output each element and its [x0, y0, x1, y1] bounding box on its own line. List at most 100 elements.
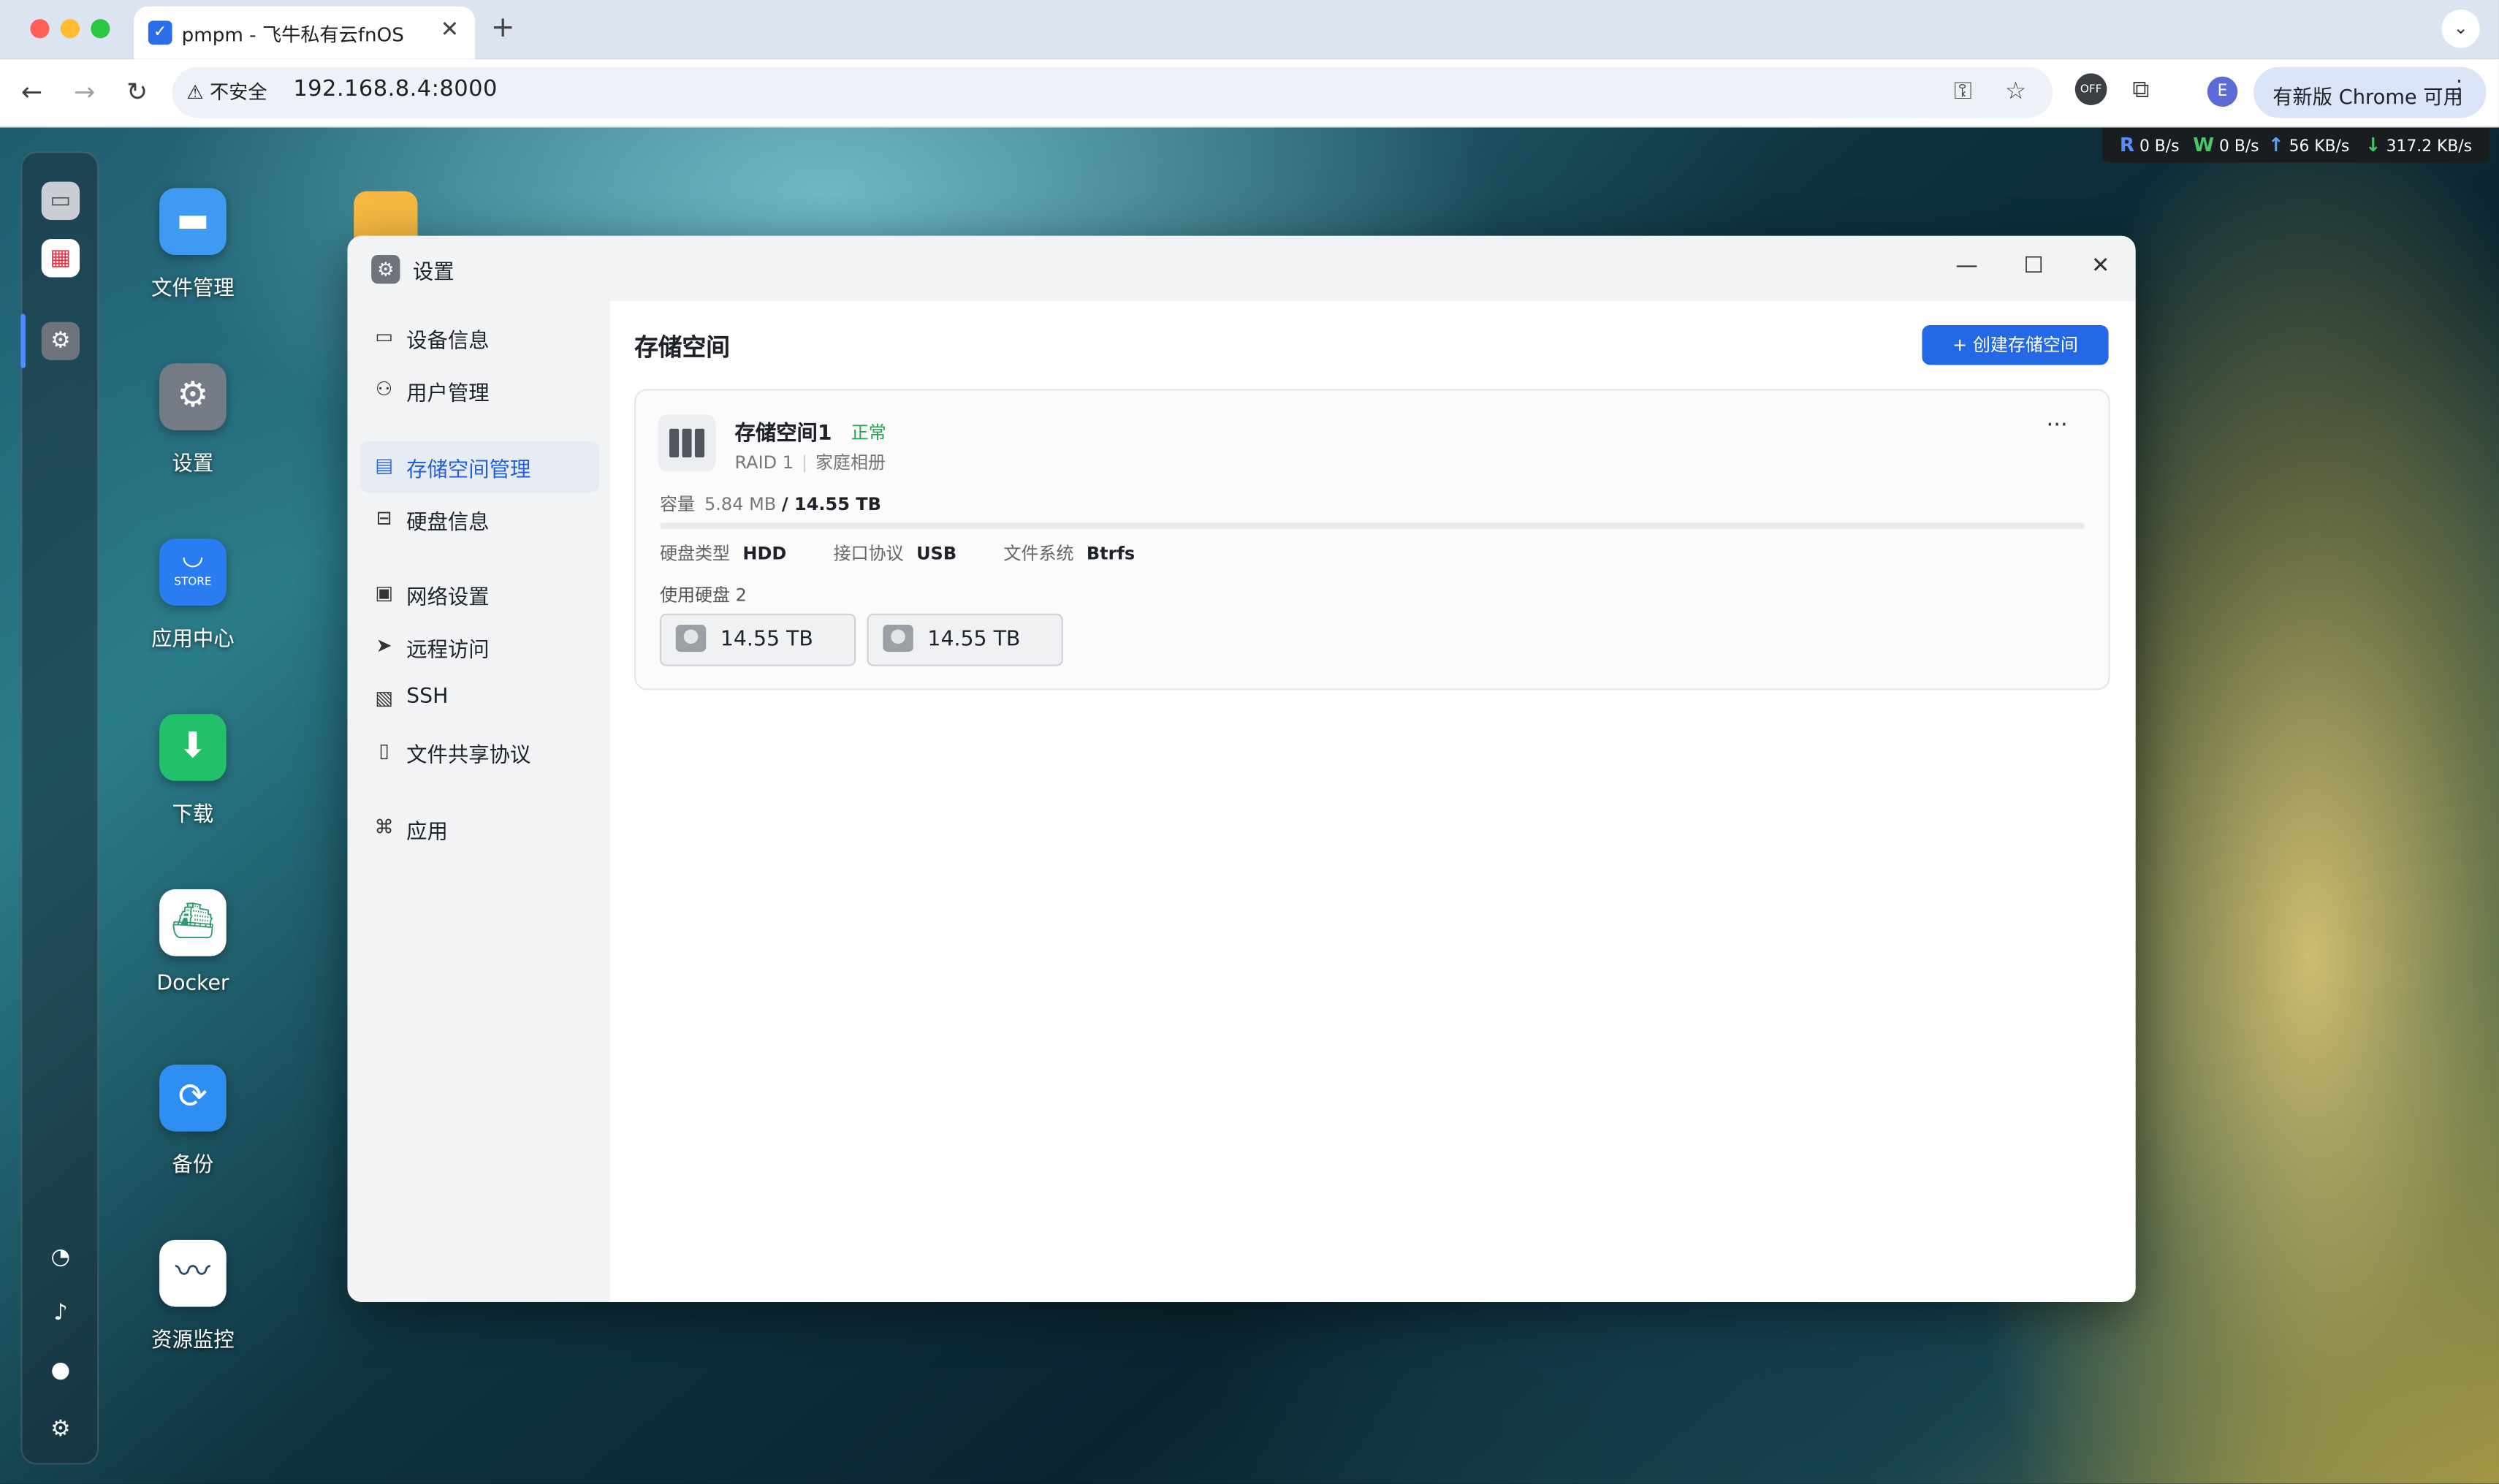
bell-icon[interactable]: ♪	[42, 1294, 80, 1332]
url-text[interactable]: 192.168.8.4:8000	[293, 77, 498, 102]
folder-icon: ▬	[159, 188, 227, 255]
disk-icon: ⊟	[376, 506, 392, 530]
hard-disk-icon	[675, 624, 707, 652]
disk-size: 14.55 TB	[927, 628, 1021, 652]
tab-close-icon[interactable]: ✕	[441, 18, 460, 43]
sidebar-item-label: 网络设置	[406, 586, 490, 611]
notes-app-icon[interactable]	[354, 191, 418, 240]
capacity-progress	[659, 522, 2085, 530]
zoom-window-dot[interactable]	[91, 19, 110, 39]
minimize-button[interactable]: —	[1952, 254, 1981, 279]
apps-icon: ⌘	[374, 815, 394, 839]
active-indicator	[20, 313, 26, 368]
monitor-icon: 〰	[159, 1239, 227, 1307]
download-icon: ⬇	[159, 714, 227, 781]
more-options-icon[interactable]: ···	[2047, 413, 2068, 438]
page-title: 存储空间	[634, 332, 730, 362]
close-window-dot[interactable]	[30, 19, 50, 39]
window-title: 设置	[412, 261, 454, 286]
sidebar-item-remote-access[interactable]: ➤ 远程访问	[360, 622, 599, 673]
reload-icon[interactable]: ↻	[121, 77, 153, 109]
puzzle-icon[interactable]: ⧉	[2132, 75, 2149, 104]
desktop-icon[interactable]: ▭	[41, 181, 80, 220]
sidebar-item-label: 远程访问	[406, 639, 490, 663]
settings-title-icon: ⚙	[371, 254, 400, 284]
sidebar-item-device-info[interactable]: ▭ 设备信息	[360, 312, 599, 363]
storage-icon: ▤	[375, 454, 394, 477]
gear-icon: ⚙	[159, 363, 227, 430]
window-titlebar[interactable]: ⚙ 设置 — ☐ ✕	[347, 235, 2136, 302]
address-bar[interactable]: ⚠ 不安全 192.168.8.4:8000 ⚿ ☆	[172, 66, 2053, 118]
sidebar-item-label: 文件共享协议	[406, 744, 531, 769]
network-icon: ▣	[375, 582, 394, 604]
user-icon[interactable]: ●	[42, 1352, 80, 1390]
app-grid-icon[interactable]: ▦	[41, 239, 80, 278]
maximize-button[interactable]: ☐	[2019, 254, 2047, 279]
settings-sidebar: ▭ 设备信息 ⚇ 用户管理 ▤ 存储空间管理 ⊟ 硬盘信息 ▣ 网络设置 ➤ 远…	[347, 301, 611, 1302]
back-icon[interactable]: ←	[16, 77, 48, 109]
network-speed-bar: R 0 B/s W 0 B/s ↑ 56 KB/s ↓ 317.2 KB/s	[2101, 127, 2490, 163]
app-label: 应用中心	[151, 628, 235, 652]
create-storage-button[interactable]: + 创建存储空间	[1922, 324, 2109, 365]
terminal-icon: ▧	[375, 687, 394, 709]
sidebar-item-network[interactable]: ▣ 网络设置	[360, 569, 599, 620]
app-backup[interactable]: ⟳ 备份	[129, 1064, 256, 1178]
app-label: 资源监控	[151, 1329, 235, 1353]
more-vert-icon[interactable]: ⋮	[2448, 77, 2471, 102]
store-icon: ◡ STORE	[159, 539, 227, 606]
settings-dock-icon[interactable]: ⚙	[41, 321, 80, 360]
app-docker[interactable]: ⛴ Docker	[129, 889, 256, 996]
send-icon: ➤	[376, 634, 392, 657]
new-tab-button[interactable]: +	[491, 11, 515, 45]
star-icon[interactable]: ☆	[2005, 77, 2026, 105]
sidebar-item-ssh[interactable]: ▧ SSH	[360, 674, 599, 726]
tab-title: pmpm - 飞牛私有云fnOS	[181, 23, 404, 47]
update-label: 有新版 Chrome 可用	[2272, 84, 2463, 109]
user-icon: ⚇	[375, 377, 393, 400]
disk-size: 14.55 TB	[720, 628, 813, 652]
pool-name: 存储空间1	[734, 422, 832, 446]
docker-icon: ⛴	[159, 889, 227, 956]
sidebar-item-label: 应用	[406, 821, 448, 845]
sidebar-item-label: 存储空间管理	[406, 459, 531, 483]
sidebar-item-label: SSH	[406, 685, 449, 709]
sidebar-item-users[interactable]: ⚇ 用户管理	[360, 365, 599, 416]
sidebar-item-label: 用户管理	[406, 382, 490, 407]
disk-chip[interactable]: 14.55 TB	[659, 613, 856, 666]
browser-tab[interactable]: ✓ pmpm - 飞牛私有云fnOS ✕	[134, 6, 475, 59]
sidebar-item-disk-info[interactable]: ⊟ 硬盘信息	[360, 494, 599, 545]
app-label: 文件管理	[151, 277, 235, 302]
app-files[interactable]: ▬ 文件管理	[129, 188, 256, 301]
security-indicator[interactable]: ⚠ 不安全	[186, 78, 267, 105]
fnos-favicon-icon: ✓	[148, 20, 172, 45]
extension-off-icon[interactable]: OFF	[2074, 73, 2107, 105]
close-button[interactable]: ✕	[2086, 254, 2115, 279]
app-store[interactable]: ◡ STORE 应用中心	[129, 539, 256, 652]
download-speed: ↓ 317.2 KB/s	[2365, 134, 2473, 156]
device-icon: ▭	[375, 324, 394, 348]
app-label: Docker	[156, 972, 229, 997]
sidebar-item-apps[interactable]: ⌘ 应用	[360, 803, 599, 854]
sidebar-item-file-sharing[interactable]: ▯ 文件共享协议	[360, 727, 599, 778]
app-monitor[interactable]: 〰 资源监控	[129, 1239, 256, 1353]
app-label: 下载	[172, 803, 214, 827]
minimize-window-dot[interactable]	[60, 19, 80, 39]
key-icon[interactable]: ⚿	[1954, 77, 1972, 105]
upload-speed: ↑ 56 KB/s	[2267, 134, 2350, 156]
app-label: 设置	[172, 452, 214, 477]
status-badge: 正常	[851, 422, 886, 444]
app-download[interactable]: ⬇ 下载	[129, 714, 256, 827]
profile-avatar[interactable]: E	[2207, 76, 2238, 107]
tab-search-button[interactable]: ⌄	[2441, 9, 2480, 48]
storage-main-panel: 存储空间 + 创建存储空间 存储空间1 正常 RAID 1 | 家庭相册 ··· 容…	[610, 301, 2136, 1302]
app-label: 备份	[172, 1154, 214, 1178]
gear-icon[interactable]: ⚙	[42, 1410, 80, 1448]
disk-chip[interactable]: 14.55 TB	[867, 613, 1063, 666]
forward-icon[interactable]: →	[69, 77, 101, 109]
nas-icon	[658, 414, 716, 472]
app-settings[interactable]: ⚙ 设置	[129, 363, 256, 476]
sidebar-item-storage[interactable]: ▤ 存储空间管理	[360, 441, 600, 492]
pool-specs: 硬盘类型 HDD 接口协议 USB 文件系统 Btrfs	[659, 543, 1136, 565]
sync-icon[interactable]: ◔	[42, 1238, 80, 1276]
chrome-update-button[interactable]: 有新版 Chrome 可用 ⋮	[2253, 66, 2487, 118]
